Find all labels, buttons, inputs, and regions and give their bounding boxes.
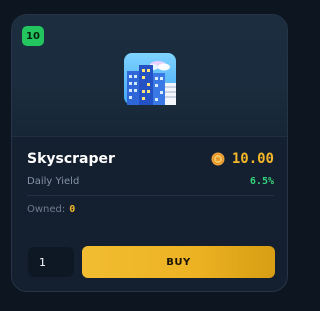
level-badge: 10: [22, 26, 44, 46]
daily-yield-value: 6.5%: [249, 175, 274, 187]
skyscraper-icon: [124, 53, 176, 105]
price-value: 10.00: [231, 151, 274, 167]
item-hero: 10: [12, 15, 287, 137]
item-name: Skyscraper: [27, 151, 115, 167]
daily-yield-label: Daily Yield: [27, 175, 80, 187]
quantity-input[interactable]: [28, 247, 74, 277]
owned-label: Owned:: [27, 203, 66, 215]
name-row: Skyscraper 10.00: [27, 148, 274, 170]
price: 10.00: [211, 151, 274, 167]
daily-yield-row: Daily Yield 6.5%: [27, 172, 274, 190]
owned-row: Owned: 0: [27, 201, 75, 217]
coin-icon: [211, 152, 225, 166]
owned-value: 0: [69, 203, 76, 215]
buy-button[interactable]: BUY: [82, 246, 275, 278]
divider: [27, 195, 274, 196]
item-card: 10 Skyscraper 10.00 Daily Yield 6.5% Own…: [11, 14, 288, 292]
